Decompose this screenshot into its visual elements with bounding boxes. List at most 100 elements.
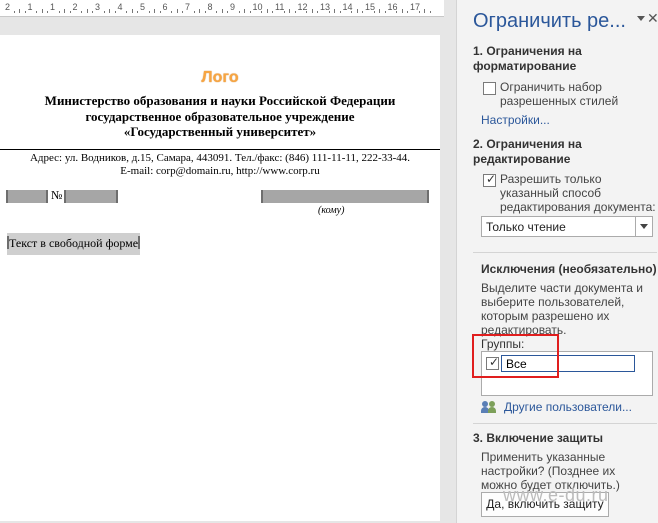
ruler-tick	[64, 9, 66, 13]
restrict-styles-label: Ограничить набор разрешенных стилей	[500, 80, 619, 108]
ruler-tick	[36, 11, 38, 13]
ruler-tick	[126, 11, 128, 13]
ruler-number: 2	[5, 2, 11, 12]
ruler-tick	[92, 11, 94, 13]
ruler-tick	[311, 9, 313, 13]
freeform-text-field[interactable]: Текст в свободной форме	[7, 233, 141, 255]
ruler-tick	[176, 9, 178, 13]
freeform-text: Текст в свободной форме	[9, 236, 139, 250]
ruler-number: 1	[50, 2, 56, 12]
checkmark-icon: ✓	[486, 172, 497, 186]
ruler-number: 2	[72, 2, 78, 12]
ruler-tick	[418, 11, 420, 13]
document-area: 2 1 1 2 3 4 5 6 7 8 9 10 11 12 13 14 15 16 17 Лого Министе…	[0, 0, 456, 523]
ruler-tick	[137, 11, 139, 13]
recipient-field[interactable]	[261, 190, 429, 203]
ruler-tick	[266, 9, 268, 13]
ruler-tick	[171, 11, 173, 13]
ruler-tick	[272, 11, 274, 13]
ruler-tick	[396, 11, 398, 13]
ruler-tick	[159, 11, 161, 13]
ruler-tick	[294, 11, 296, 13]
ruler-tick	[334, 9, 336, 13]
ruler-tick	[221, 9, 223, 13]
ruler-tick	[193, 11, 195, 13]
ruler-tick	[24, 11, 26, 13]
horizontal-ruler[interactable]: 2 1 1 2 3 4 5 6 7 8 9 10 11 12 13 14 15 16 17	[0, 0, 444, 17]
select-dropdown-button[interactable]	[635, 217, 652, 236]
ruler-tick	[429, 11, 431, 13]
ruler-tick	[41, 9, 43, 13]
number-field[interactable]	[64, 190, 118, 203]
section-divider	[473, 423, 657, 424]
email-line: E-mail: corp@domain.ru, http://www.corp.…	[120, 165, 320, 177]
ruler-number: 7	[185, 2, 191, 12]
settings-link[interactable]: Настройки...	[481, 113, 550, 127]
address-line: Адрес: ул. Водников, д.15, Самара, 44309…	[29, 152, 411, 164]
ruler-tick	[306, 11, 308, 13]
ruler-tick	[227, 11, 229, 13]
ruler-tick	[216, 11, 218, 13]
field-end-marker	[138, 236, 141, 249]
ruler-tick	[13, 11, 15, 13]
ruler-number: 8	[207, 2, 213, 12]
editing-type-select[interactable]: Только чтение	[481, 216, 653, 237]
ruler-tick	[69, 11, 71, 13]
ruler-tick	[261, 11, 263, 13]
header-university: «Государственный университет»	[123, 124, 317, 139]
header-divider	[0, 149, 440, 150]
ruler-tick	[401, 9, 403, 13]
ruler-number: 3	[95, 2, 101, 12]
recipient-caption: (кому)	[318, 205, 345, 216]
pane-options-chevron-down-icon[interactable]	[637, 16, 645, 21]
ruler-tick	[244, 9, 246, 13]
ruler-tick	[339, 11, 341, 13]
ruler-tick	[47, 11, 49, 13]
ruler-tick	[283, 11, 285, 13]
close-icon[interactable]: ✕	[647, 10, 658, 27]
allow-editing-checkbox[interactable]: ✓	[483, 172, 497, 187]
ruler-tick	[86, 9, 88, 13]
ruler-tick	[356, 9, 358, 13]
header-institution: государственное образовательное учрежден…	[85, 109, 355, 124]
chevron-down-icon	[640, 224, 648, 229]
date-field[interactable]	[6, 190, 48, 203]
more-users-link[interactable]: Другие пользователи...	[504, 400, 632, 414]
allow-editing-label: Разрешить только указанный способ редакт…	[500, 172, 656, 214]
ruler-number: 6	[162, 2, 168, 12]
document-page[interactable]: Лого Министерство образования и науки Ро…	[0, 35, 440, 521]
ruler-tick	[379, 9, 381, 13]
ruler-number: 1	[27, 2, 33, 12]
header-ministry: Министерство образования и науки Российс…	[44, 93, 396, 108]
ruler-tick	[351, 11, 353, 13]
restrict-styles-checkbox[interactable]	[483, 82, 496, 95]
section-editing-heading: 2. Ограничения на редактирование	[473, 137, 582, 166]
ruler-tick	[373, 11, 375, 13]
editing-type-value: Только чтение	[486, 220, 566, 234]
logo: Лого	[201, 69, 239, 86]
ruler-tick	[289, 9, 291, 13]
ruler-number: 4	[117, 2, 123, 12]
exceptions-description: Выделите части документа и выберите поль…	[481, 281, 643, 337]
red-highlight-box	[472, 334, 559, 378]
ruler-tick	[103, 11, 105, 13]
ruler-tick	[328, 11, 330, 13]
ruler-number: 5	[140, 2, 146, 12]
ruler-tick	[199, 9, 201, 13]
pane-title: Ограничить ре...	[473, 10, 626, 32]
restrict-editing-pane: Ограничить ре... ✕ 1. Ограничения на фор…	[456, 0, 658, 523]
ruler-tick	[182, 11, 184, 13]
ruler-tick	[114, 11, 116, 13]
ruler-tick	[317, 11, 319, 13]
number-sign: №	[51, 188, 63, 202]
section-formatting-heading: 1. Ограничения на форматирование	[473, 44, 582, 73]
ruler-tick	[238, 11, 240, 13]
ruler-tick	[109, 9, 111, 13]
ruler-tick	[249, 11, 251, 13]
ruler-tick	[148, 11, 150, 13]
section-protection-heading: 3. Включение защиты	[473, 431, 603, 445]
users-icon	[481, 401, 499, 413]
ruler-tick	[362, 11, 364, 13]
section-divider	[473, 252, 657, 253]
ruler-tick	[19, 9, 21, 13]
